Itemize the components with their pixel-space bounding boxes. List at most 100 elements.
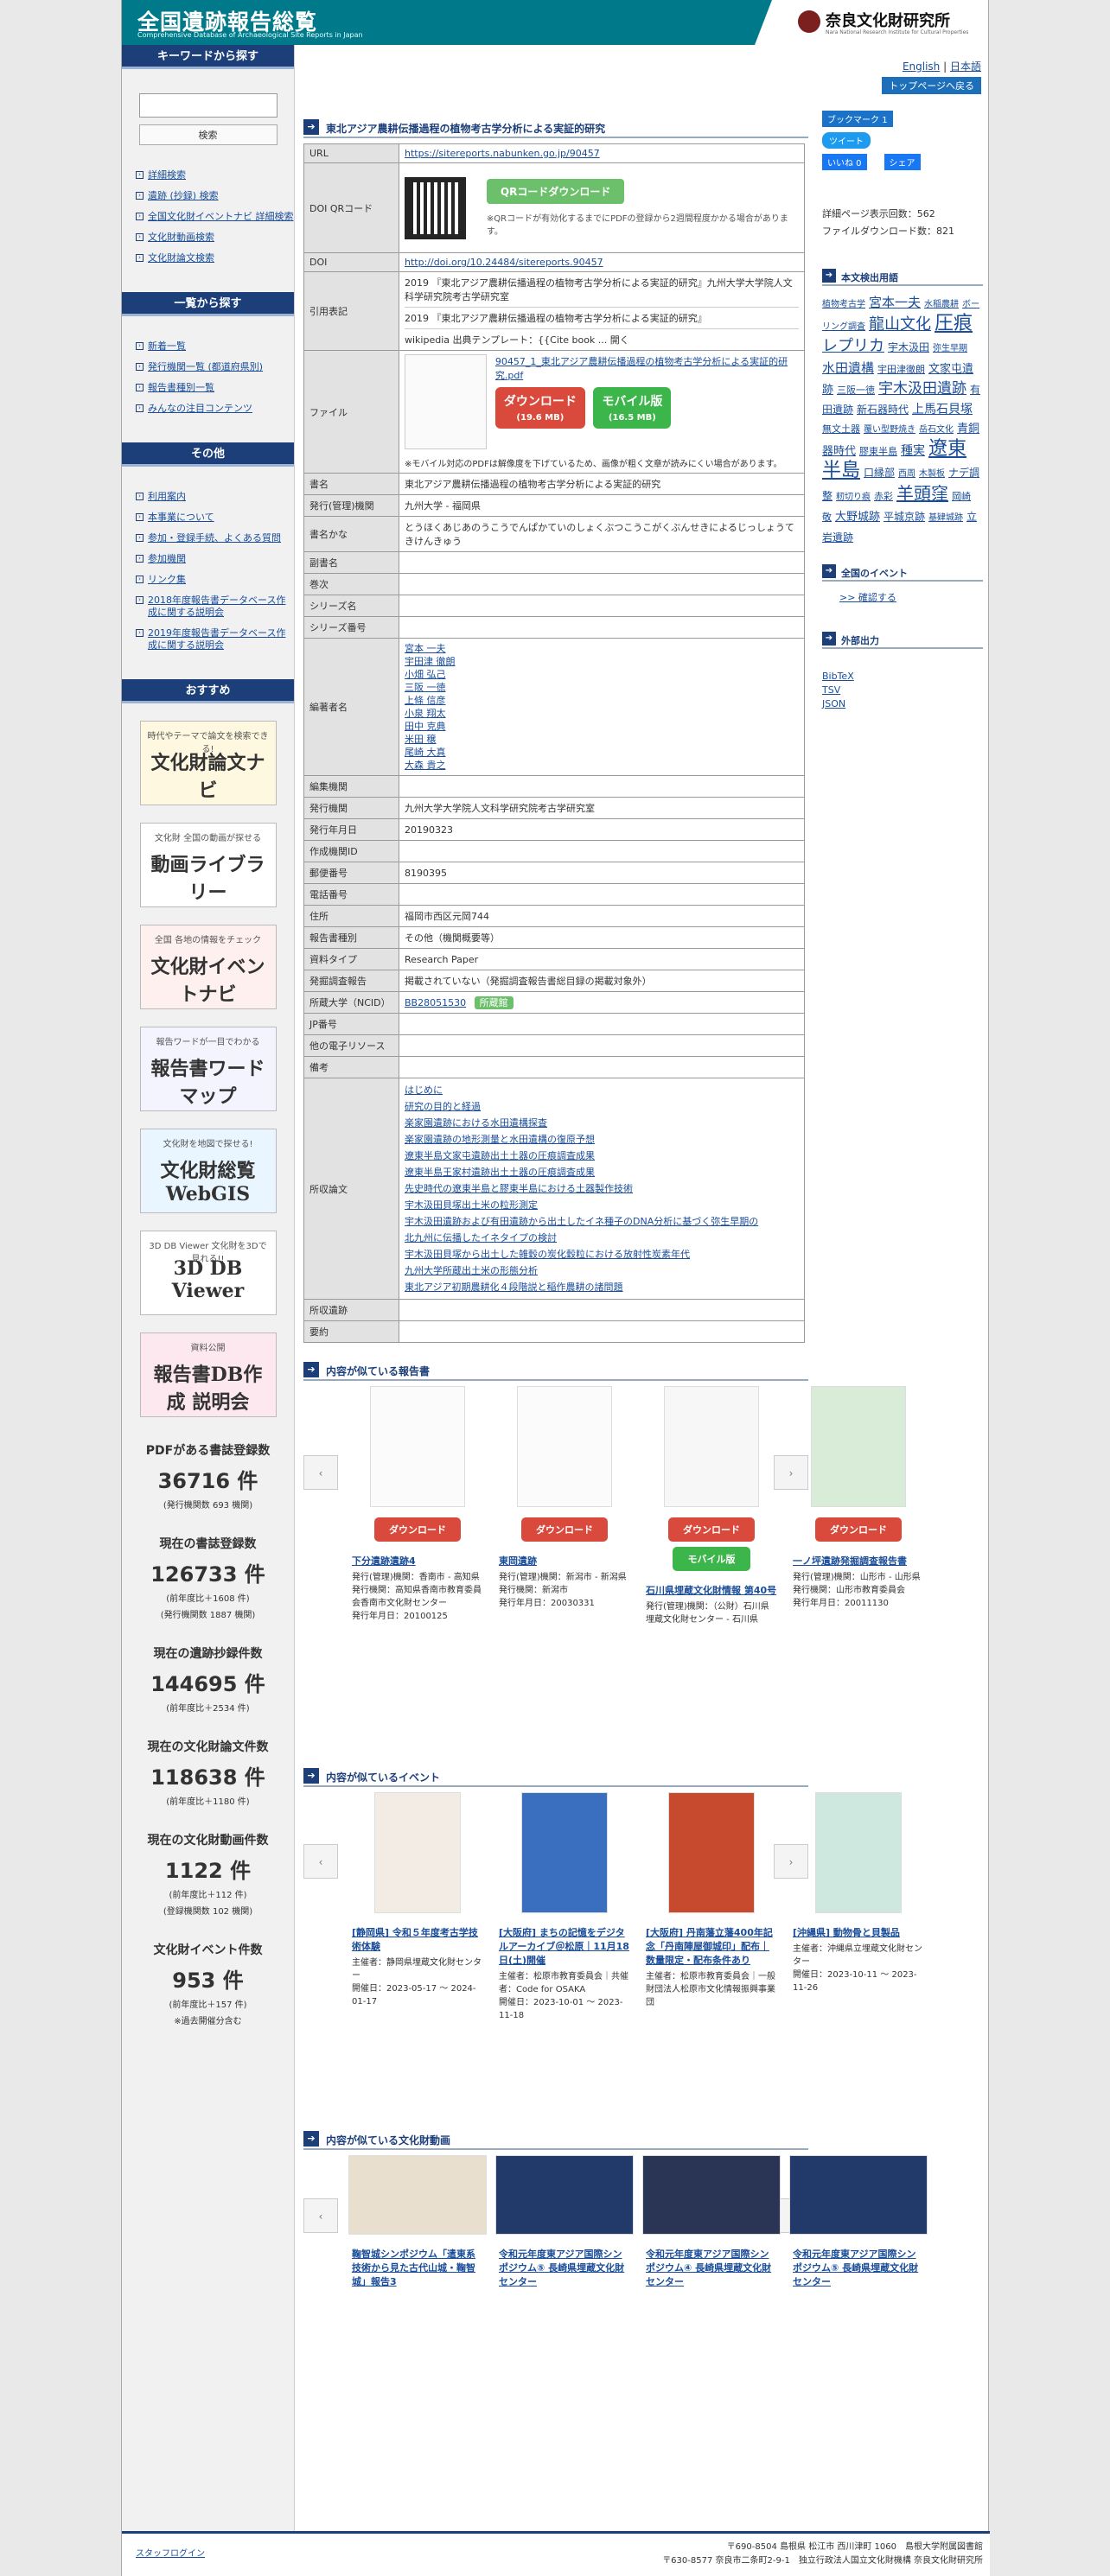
other-link-item[interactable]: › 本事業について — [136, 512, 294, 524]
content-paper-link[interactable]: 遼東半島文家屯遺跡出土土器の圧痕調査成果 — [405, 1148, 799, 1164]
card-download-button[interactable]: ダウンロード — [374, 1517, 461, 1542]
other-link-label[interactable]: 本事業について — [148, 512, 214, 523]
content-paper-link[interactable]: 遼東半島王家村遺跡出土土器の圧痕調査成果 — [405, 1164, 799, 1180]
tag-link[interactable]: 木製板 — [919, 469, 945, 479]
recommend-banner[interactable]: 時代やテーマで論文を検索できる! 文化財論文ナビ — [139, 721, 277, 805]
card-title[interactable]: 鞠智城シンポジウム「遣東系技術から見た古代山城・鞠智城」報告3 — [348, 2243, 487, 2292]
tag-link[interactable]: 水稲農耕 — [924, 300, 959, 309]
content-paper-link[interactable]: 研究の目的と経過 — [405, 1098, 799, 1115]
search-link-label[interactable]: 文化財論文検索 — [148, 252, 214, 264]
tag-link[interactable]: 無文土器 — [822, 423, 860, 435]
like-button[interactable]: いいね 0 — [822, 154, 867, 170]
search-link-item[interactable]: › 詳細検索 — [136, 169, 294, 181]
related-report-card[interactable]: ダウンロード 東岡遺跡 発行(管理)機関：新潟市 - 新潟県 発行機関：新潟市 発行年月… — [495, 1386, 634, 1610]
export-link[interactable]: BibTeX — [822, 670, 983, 684]
tag-link[interactable]: 種実 — [901, 444, 925, 458]
tag-link[interactable]: 龍山文化 — [869, 315, 931, 334]
other-link-label[interactable]: 利用案内 — [148, 491, 186, 502]
lang-japanese-link[interactable]: 日本語 — [950, 60, 981, 73]
other-link-item[interactable]: › 利用案内 — [136, 491, 294, 503]
content-paper-link[interactable]: 東北アジア初期農耕化４段階説と稲作農耕の諸問題 — [405, 1279, 799, 1295]
recommend-banner[interactable]: 全国 各地の情報をチェック 文化財イベントナビ — [139, 925, 277, 1009]
search-button[interactable]: 検索 — [138, 124, 278, 145]
card-download-button[interactable]: ダウンロード — [815, 1517, 902, 1542]
related-event-card[interactable]: [沖縄県] 動物骨と貝製品 主催者：沖縄県立埋蔵文化財センター 開催日：2023-1… — [789, 1792, 928, 1994]
card-title[interactable]: 令和元年度東アジア国際シンポジウム⑤ 長崎県埋蔵文化財センター — [789, 2243, 928, 2292]
editor-link[interactable]: 三阪 一徳 — [405, 681, 799, 694]
editor-link[interactable]: 小畑 弘己 — [405, 668, 799, 681]
search-link-label[interactable]: 文化財動画検索 — [148, 232, 214, 243]
search-link-item[interactable]: › 遺跡 (抄録) 検索 — [136, 190, 294, 202]
other-link-item[interactable]: › 参加機関 — [136, 553, 294, 565]
list-link-item[interactable]: › 報告書種別一覧 — [136, 382, 294, 394]
content-paper-link[interactable]: はじめに — [405, 1082, 799, 1098]
tag-link[interactable]: 岳石文化 — [919, 425, 954, 435]
card-thumbnail[interactable] — [374, 1792, 461, 1913]
card-thumbnail[interactable] — [348, 2155, 487, 2235]
tag-link[interactable]: 宇木汲田 — [888, 341, 929, 353]
tag-link[interactable]: 宇木汲田遺跡 — [878, 380, 966, 398]
content-paper-link[interactable]: 先史時代の遼東半島と膠東半島における土器製作技術 — [405, 1180, 799, 1197]
tag-link[interactable]: 大野城跡 — [835, 511, 880, 524]
editor-link[interactable]: 宇田津 徹朗 — [405, 655, 799, 668]
mobile-pdf-button[interactable]: モバイル版 (16.5 MB) — [593, 387, 672, 429]
other-link-label[interactable]: 参加・登録手続、よくある質問 — [148, 532, 281, 544]
tag-link[interactable]: 平城京跡 — [884, 511, 925, 523]
editor-link[interactable]: 大森 貴之 — [405, 759, 799, 772]
content-paper-link[interactable]: 九州大学所蔵出土米の形態分析 — [405, 1263, 799, 1279]
tag-link[interactable]: 上馬石貝塚 — [912, 403, 973, 417]
tag-link[interactable]: 赤彩 — [874, 491, 893, 502]
back-to-top-button[interactable]: トップページへ戻る — [882, 77, 981, 94]
qr-download-button[interactable]: QRコードダウンロード — [486, 179, 625, 204]
export-link[interactable]: TSV — [822, 684, 983, 697]
card-title[interactable]: 下分遺跡遺跡4 — [348, 1550, 487, 1571]
pdf-file-link[interactable]: 90457_1_東北アジア農耕伝播過程の植物考古学分析による実証的研究.pdf — [495, 356, 788, 381]
card-thumbnail[interactable] — [517, 1386, 612, 1507]
related-report-card[interactable]: ダウンロード 下分遺跡遺跡4 発行(管理)機関：香南市 - 高知県 発行機関：高知県香… — [348, 1386, 487, 1623]
tag-link[interactable]: 宮本一夫 — [869, 295, 921, 310]
carousel-prev-button[interactable]: ‹ — [303, 2198, 338, 2233]
card-thumbnail[interactable] — [815, 1792, 902, 1913]
card-title[interactable]: 令和元年度東アジア国際シンポジウム④ 長崎県埋蔵文化財センター — [642, 2243, 781, 2292]
recommend-banner[interactable]: 3D DB Viewer 文化財を3Dで見れる!! 3D DB Viewer — [139, 1231, 277, 1315]
card-title[interactable]: [沖縄県] 動物骨と貝製品 — [789, 1922, 928, 1943]
recommend-banner[interactable]: 文化財 全国の動画が探せる 動画ライブラリー — [139, 823, 277, 907]
card-title[interactable]: [大阪府] まちの記憶をデジタルアーカイブ＠松原｜11月18日(土)開催 — [495, 1922, 634, 1970]
bookmark-button[interactable]: ブックマーク 1 — [822, 111, 893, 127]
tag-link[interactable]: 弥生早期 — [933, 344, 967, 353]
card-thumbnail[interactable] — [811, 1386, 906, 1507]
tag-link[interactable]: 三阪一徳 — [837, 385, 875, 396]
lang-english-link[interactable]: English — [903, 60, 940, 73]
content-paper-link[interactable]: 宇木汲田貝塚から出土した雑穀の炭化穀粒における放射性炭素年代 — [405, 1246, 799, 1263]
other-link-label[interactable]: 2019年度報告書データベース作成に関する説明会 — [148, 627, 285, 651]
events-link[interactable]: >> 確認する — [839, 590, 983, 604]
tag-link[interactable]: 新石器時代 — [857, 404, 909, 416]
nabunken-logo[interactable]: 奈良文化財研究所 Nara National Research Institut… — [755, 0, 988, 45]
card-mobile-button[interactable]: モバイル版 — [673, 1547, 750, 1571]
list-link-label[interactable]: 新着一覧 — [148, 340, 186, 352]
other-link-label[interactable]: リンク集 — [148, 574, 186, 585]
card-title[interactable]: 一ノ坪遺跡発掘調査報告書 — [789, 1550, 928, 1571]
editor-link[interactable]: 上條 信彦 — [405, 694, 799, 707]
content-paper-link[interactable]: 楽家園遺跡における水田遺構探査 — [405, 1115, 799, 1131]
list-link-item[interactable]: › みんなの注目コンテンツ — [136, 403, 294, 415]
pdf-download-button[interactable]: ダウンロード (19.6 MB) — [494, 387, 585, 429]
related-video-card[interactable]: 令和元年度東アジア国際シンポジウム⑤ 長崎県埋蔵文化財センター — [495, 2155, 634, 2292]
doi-link[interactable]: http://doi.org/10.24484/sitereports.9045… — [405, 257, 603, 268]
other-link-label[interactable]: 参加機関 — [148, 553, 186, 564]
search-link-item[interactable]: › 文化財論文検索 — [136, 252, 294, 264]
tag-link[interactable]: 植物考古学 — [822, 300, 865, 309]
content-paper-link[interactable]: 宇木汲田貝塚出土米の粒形測定 — [405, 1197, 799, 1213]
carousel-prev-button[interactable]: ‹ — [303, 1455, 338, 1490]
other-link-item[interactable]: › 2019年度報告書データベース作成に関する説明会 — [136, 627, 294, 652]
search-link-item[interactable]: › 全国文化財イベントナビ 詳細検索 — [136, 211, 294, 223]
search-link-label[interactable]: 詳細検索 — [148, 169, 186, 181]
other-link-item[interactable]: › 参加・登録手続、よくある質問 — [136, 532, 294, 544]
tag-link[interactable]: 宇田津徹朗 — [877, 364, 925, 375]
card-thumbnail[interactable] — [664, 1386, 759, 1507]
holdings-button[interactable]: 所蔵館 — [474, 996, 514, 1009]
content-paper-link[interactable]: 宇木汲田遺跡および有田遺跡から出土したイネ種子のDNA分析に基づく弥生早期の — [405, 1213, 799, 1230]
search-input[interactable] — [138, 93, 278, 118]
search-link-label[interactable]: 遺跡 (抄録) 検索 — [148, 190, 219, 201]
tag-link[interactable]: 覆い型野焼き — [864, 425, 915, 435]
